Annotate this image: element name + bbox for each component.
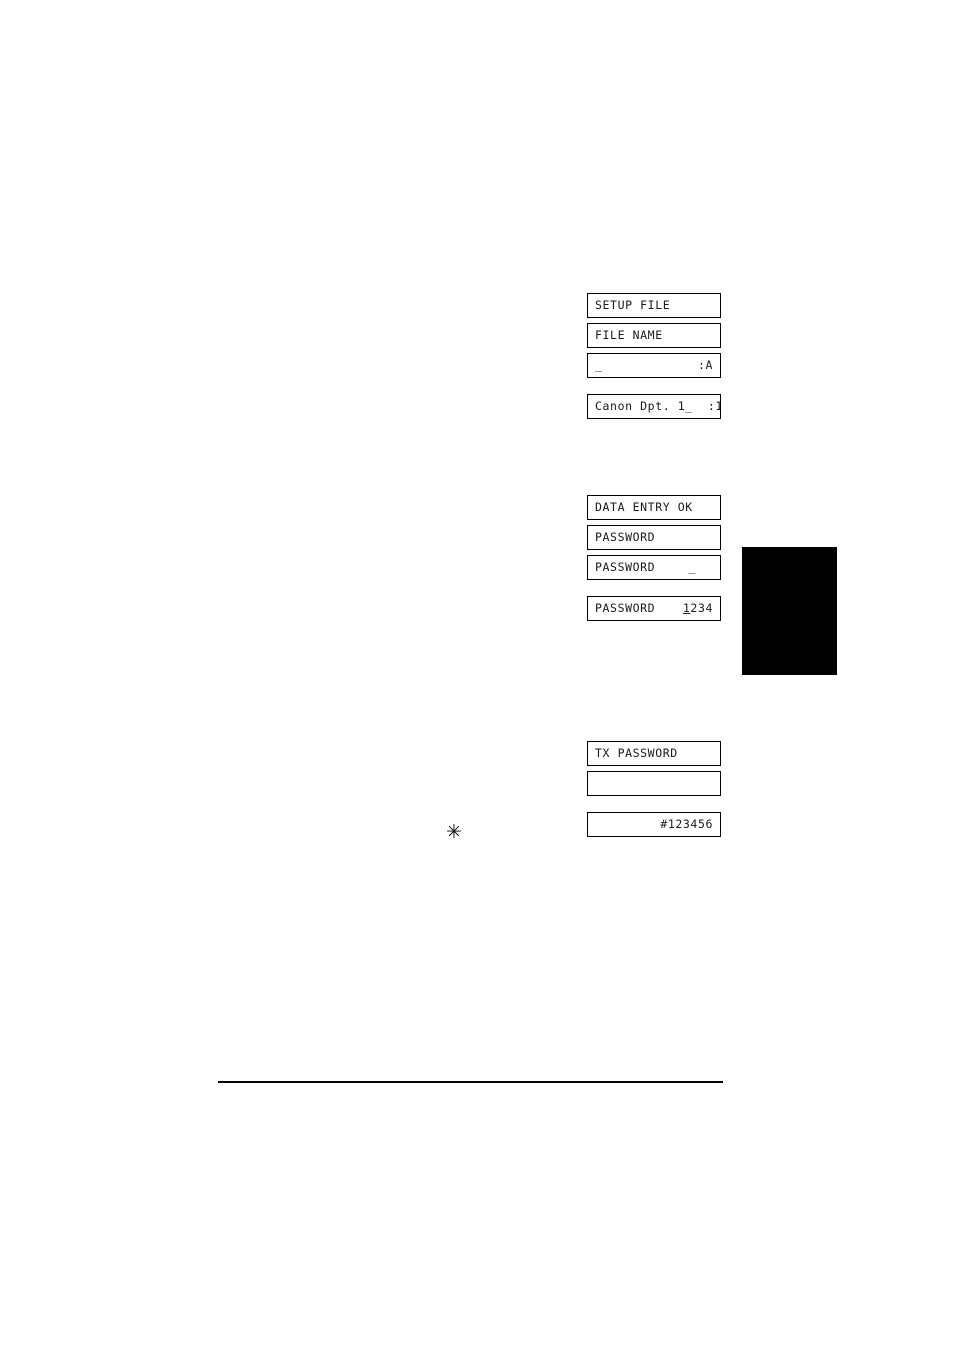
lcd-text-setup-file: SETUP FILE bbox=[595, 298, 671, 312]
lcd-text-canon-dpt-cursor: 1_ bbox=[677, 399, 693, 413]
lcd-group-password: DATA ENTRY OK PASSWORD PASSWORD _ PASSWO… bbox=[587, 495, 721, 626]
lcd-text-canon-dpt-mode: :1 bbox=[692, 399, 721, 413]
lcd-text-name-entry-cursor: _ bbox=[595, 358, 603, 372]
lcd-screen-file-name: FILE NAME bbox=[587, 323, 721, 348]
lcd-screen-setup-file: SETUP FILE bbox=[587, 293, 721, 318]
lcd-text-name-entry-mode: :A bbox=[697, 358, 713, 372]
page-edge-tab bbox=[742, 547, 837, 675]
lcd-screen-tx-password: TX PASSWORD bbox=[587, 741, 721, 766]
lcd-screen-password-prompt: PASSWORD bbox=[587, 525, 721, 550]
lcd-text-password-cursor-label: PASSWORD bbox=[595, 560, 656, 574]
lcd-text-password-cursor-glyph: _ bbox=[658, 560, 696, 574]
lcd-screen-tx-password-blank bbox=[587, 771, 721, 796]
lcd-screen-canon-dpt: Canon Dpt. 1_ :1 bbox=[587, 394, 721, 419]
lcd-screen-name-entry: _ :A bbox=[587, 353, 721, 378]
manual-page: SETUP FILE FILE NAME _ :A Canon Dpt. 1_ … bbox=[0, 0, 954, 1351]
lcd-screen-password-value: PASSWORD 1234 bbox=[587, 596, 721, 621]
lcd-text-password-value-label: PASSWORD bbox=[595, 601, 678, 615]
lcd-password-remaining-digits: 234 bbox=[690, 601, 713, 615]
lcd-group-tx-password: TX PASSWORD #123456 bbox=[587, 741, 721, 842]
lcd-screen-tx-password-value: #123456 bbox=[587, 812, 721, 837]
lcd-text-tx-password: TX PASSWORD bbox=[595, 746, 678, 760]
lcd-text-canon-dpt-label: Canon Dpt. bbox=[595, 399, 678, 413]
footnote-asterisk-marker: ✳ bbox=[446, 821, 462, 843]
footer-rule bbox=[218, 1081, 723, 1083]
lcd-screen-data-entry-ok: DATA ENTRY OK bbox=[587, 495, 721, 520]
lcd-text-password-prompt: PASSWORD bbox=[595, 530, 656, 544]
lcd-text-password-value-digits: 1234 bbox=[678, 597, 720, 620]
lcd-screen-password-cursor: PASSWORD _ bbox=[587, 555, 721, 580]
lcd-group-setup-file: SETUP FILE FILE NAME _ :A Canon Dpt. 1_ … bbox=[587, 293, 721, 424]
lcd-text-tx-password-value: #123456 bbox=[660, 817, 713, 831]
lcd-text-data-entry-ok: DATA ENTRY OK bbox=[595, 500, 693, 514]
lcd-text-file-name: FILE NAME bbox=[595, 328, 663, 342]
